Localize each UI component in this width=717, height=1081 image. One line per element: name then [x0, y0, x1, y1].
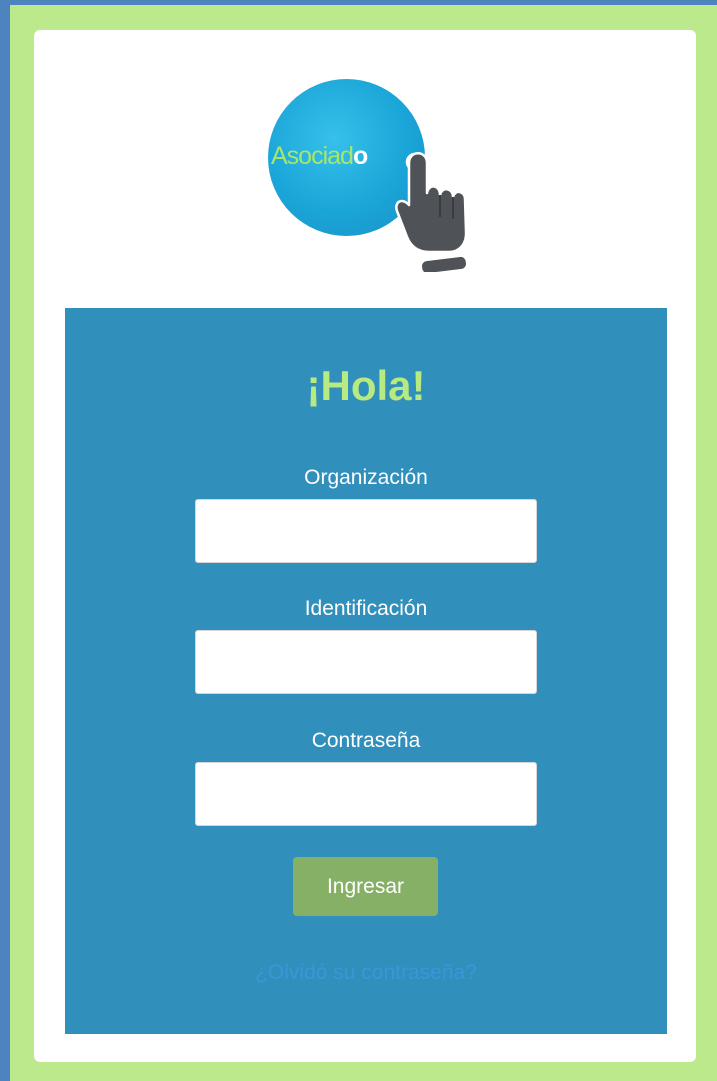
- password-input[interactable]: [195, 762, 537, 826]
- forgot-password-link[interactable]: ¿Olvidó su contraseña?: [65, 961, 667, 985]
- greeting-title: ¡Hola!: [306, 362, 426, 409]
- organization-label: Organización: [304, 466, 428, 489]
- page-edge-left: [0, 0, 10, 1081]
- login-panel: ¡Hola! Organización Identificación Contr…: [65, 308, 667, 1034]
- organization-input[interactable]: [195, 499, 537, 563]
- pointing-hand-icon: [395, 152, 468, 272]
- submit-button[interactable]: Ingresar: [293, 857, 438, 916]
- logo-wordmark: Asociado: [271, 142, 368, 171]
- logo-wordmark-main: Asociad: [271, 142, 354, 170]
- password-label: Contraseña: [311, 729, 421, 752]
- asociado-logo: Asociado: [268, 79, 468, 274]
- logo-wordmark-o: o: [352, 142, 368, 170]
- page-edge-top: [0, 0, 717, 5]
- identification-label: Identificación: [304, 597, 428, 620]
- identification-input[interactable]: [195, 630, 537, 694]
